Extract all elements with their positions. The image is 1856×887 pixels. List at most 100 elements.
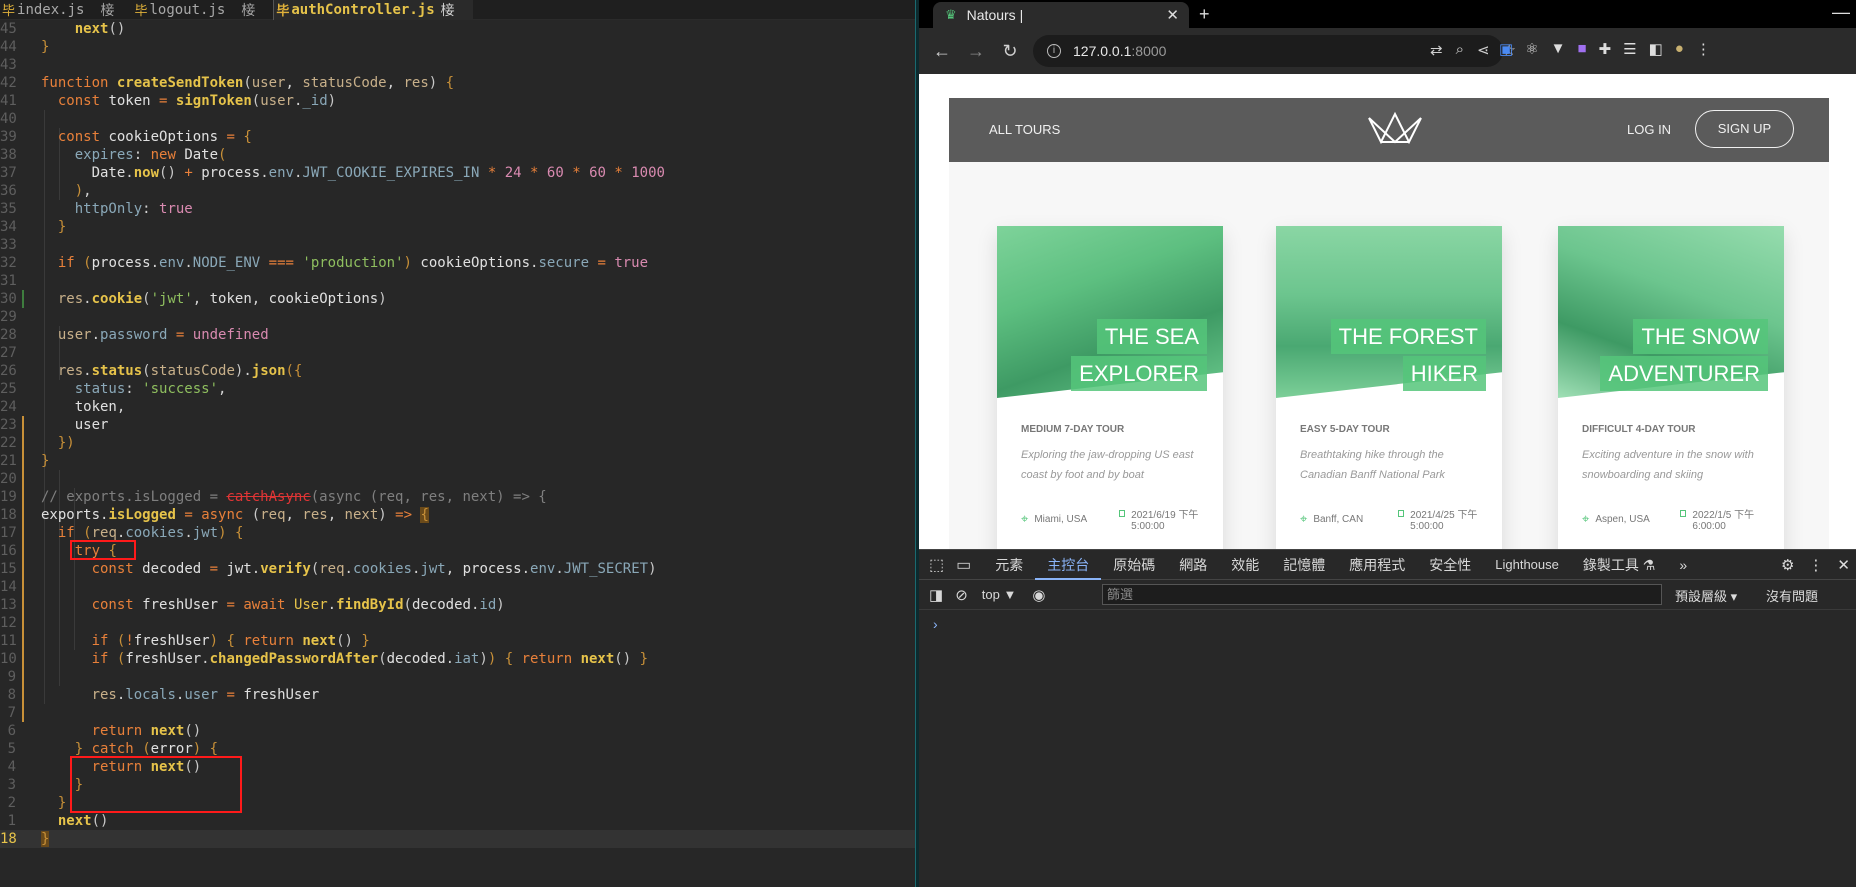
- window-minimize-icon[interactable]: —: [1832, 2, 1850, 23]
- line-code: if (freshUser.changedPasswordAfter(decod…: [91, 651, 649, 667]
- js-file-icon: 毕: [2, 4, 16, 19]
- log-level-dropdown[interactable]: 預設層級 ▾: [1675, 586, 1737, 605]
- line-number: 1: [7, 813, 16, 829]
- code-line: 27: [0, 344, 915, 362]
- code-line: 8 res.locals.user = freshUser: [0, 686, 915, 704]
- line-code: function createSendToken(user, statusCod…: [41, 75, 455, 91]
- modified-indicator: 椄: [241, 2, 256, 19]
- inspect-element-icon[interactable]: ⬚: [929, 555, 944, 575]
- nav-all-tours-link[interactable]: ALL TOURS: [989, 122, 1060, 137]
- google-translate-extension-icon[interactable]: ▣: [1499, 40, 1513, 58]
- line-number: 42: [0, 75, 17, 91]
- tour-card-container: THE SEA EXPLORER MEDIUM 7-DAY TOUR Explor…: [949, 162, 1829, 549]
- profile-avatar-icon[interactable]: ●: [1675, 40, 1684, 58]
- code-editor[interactable]: 毕 index.js 椄 毕 logout.js 椄 毕 authController.j…: [0, 0, 915, 887]
- devtools-tab-network[interactable]: 網路: [1167, 550, 1219, 580]
- code-line: 36 ),: [0, 182, 915, 200]
- devtools-actions: ⚙ ⋮ ✕: [1781, 556, 1850, 574]
- code-line: 20: [0, 470, 915, 488]
- context-selector[interactable]: top ▼: [982, 587, 1017, 602]
- live-expression-eye-icon[interactable]: ◉: [1032, 586, 1045, 604]
- share-icon[interactable]: ⋖: [1477, 41, 1490, 59]
- page-viewport[interactable]: ALL TOURS LOG IN SIGN UP THE SEA EXPLORER…: [919, 74, 1856, 549]
- line-number: 36: [0, 183, 17, 199]
- editor-tab-authcontroller[interactable]: 毕 authController.js 椄: [273, 0, 473, 20]
- back-arrow-icon[interactable]: ←: [925, 41, 959, 62]
- tab-label: logout.js: [149, 1, 226, 18]
- devtools-tab-memory[interactable]: 記憶體: [1271, 550, 1337, 580]
- code-line: 39 const cookieOptions = {: [0, 128, 915, 146]
- code-line: 45 next(): [0, 20, 915, 38]
- clear-console-icon[interactable]: ⊘: [955, 586, 968, 604]
- tour-card[interactable]: THE SNOW ADVENTURER DIFFICULT 4-DAY TOUR …: [1558, 226, 1784, 549]
- code-line: 19 // exports.isLogged = catchAsync(async…: [0, 488, 915, 506]
- code-line: 10 if (freshUser.changedPasswordAfter(de…: [0, 650, 915, 668]
- more-tabs-icon[interactable]: »: [1667, 550, 1699, 580]
- editor-tab-logout[interactable]: 毕 logout.js 椄: [132, 0, 273, 20]
- code-line: 22 }): [0, 434, 915, 452]
- console-prompt[interactable]: ›: [933, 616, 938, 632]
- browser-tab-natours[interactable]: ♛ Natours | ✕: [933, 2, 1189, 28]
- purple-extension-icon[interactable]: ■: [1578, 40, 1587, 58]
- code-line: 7: [0, 704, 915, 722]
- reload-icon[interactable]: ↻: [993, 41, 1027, 62]
- side-panel-icon[interactable]: ◧: [1649, 40, 1663, 58]
- new-tab-icon[interactable]: +: [1199, 4, 1210, 25]
- tour-name: THE SNOW ADVENTURER: [1600, 319, 1768, 393]
- url-host: 127.0.0.1: [1073, 43, 1132, 59]
- device-toolbar-icon[interactable]: ▭: [956, 555, 971, 575]
- menu-kebab-icon[interactable]: ⋮: [1696, 40, 1711, 58]
- devtools-tab-recorder[interactable]: 錄製工具 ⚗: [1571, 550, 1667, 580]
- devtools-tab-security[interactable]: 安全性: [1417, 550, 1483, 580]
- tour-name: THE SEA EXPLORER: [1071, 319, 1207, 393]
- line-number: 32: [0, 255, 17, 271]
- code-area[interactable]: 45 next() 44} 43 42 function createSendTo…: [0, 20, 915, 848]
- line-code: }: [41, 39, 50, 55]
- vue-devtools-extension-icon[interactable]: ▼: [1551, 40, 1566, 58]
- line-code: // exports.isLogged = catchAsync(async (…: [41, 489, 547, 505]
- tour-card[interactable]: THE SEA EXPLORER MEDIUM 7-DAY TOUR Explor…: [997, 226, 1223, 549]
- reading-list-icon[interactable]: ☰: [1623, 40, 1636, 58]
- issues-counter[interactable]: 沒有問題: [1766, 586, 1818, 605]
- devtools-tab-lighthouse[interactable]: Lighthouse: [1483, 550, 1571, 580]
- zoom-icon[interactable]: ⌕: [1456, 41, 1464, 59]
- console-filter-input[interactable]: 篩選: [1102, 584, 1662, 605]
- translate-icon[interactable]: ⇄: [1430, 41, 1443, 59]
- line-number: 13: [0, 597, 17, 613]
- map-pin-icon: ⌖: [1021, 511, 1029, 526]
- devtools-tab-application[interactable]: 應用程式: [1337, 550, 1417, 580]
- signup-button[interactable]: SIGN UP: [1695, 110, 1794, 148]
- line-code: res.status(statusCode).json({: [57, 363, 303, 379]
- calendar-icon: [1398, 510, 1405, 517]
- line-number: 18: [0, 507, 17, 523]
- line-number: 8: [7, 687, 16, 703]
- devtools-tab-sources[interactable]: 原始碼: [1101, 550, 1167, 580]
- close-tab-icon[interactable]: ✕: [1166, 6, 1179, 24]
- login-link[interactable]: LOG IN: [1627, 122, 1671, 137]
- devtools-tab-performance[interactable]: 效能: [1219, 550, 1271, 580]
- site-info-icon[interactable]: i: [1047, 44, 1061, 58]
- line-code: }: [41, 831, 50, 847]
- forward-arrow-icon[interactable]: →: [959, 41, 993, 62]
- calendar-icon: [1680, 510, 1687, 517]
- puzzle-extensions-icon[interactable]: ✚: [1599, 40, 1612, 58]
- tour-card[interactable]: THE FOREST HIKER EASY 5-DAY TOUR Breathta…: [1276, 226, 1502, 549]
- editor-tab-index[interactable]: 毕 index.js 椄: [0, 0, 132, 20]
- line-code: const decoded = jwt.verify(req.cookies.j…: [91, 561, 657, 577]
- line-code: const freshUser = await User.findById(de…: [91, 597, 505, 613]
- devtools-tab-console[interactable]: 主控台: [1035, 550, 1102, 580]
- code-line: 15 const decoded = jwt.verify(req.cookie…: [0, 560, 915, 578]
- line-number: 9: [7, 669, 16, 685]
- tour-location: ⌖ Aspen, USA: [1582, 511, 1650, 526]
- close-devtools-icon[interactable]: ✕: [1837, 556, 1850, 574]
- react-devtools-extension-icon[interactable]: ⚛: [1525, 40, 1538, 58]
- code-line: 32 if (process.env.NODE_ENV === 'product…: [0, 254, 915, 272]
- line-number: 40: [0, 111, 17, 127]
- tour-location: ⌖ Miami, USA: [1021, 511, 1088, 526]
- devtools-tab-elements[interactable]: 元素: [983, 550, 1035, 580]
- sidebar-toggle-icon[interactable]: ◨: [929, 586, 943, 604]
- settings-gear-icon[interactable]: ⚙: [1781, 556, 1794, 574]
- code-line: 41 const token = signToken(user._id): [0, 92, 915, 110]
- code-line: 1 next(): [0, 812, 915, 830]
- devtools-menu-icon[interactable]: ⋮: [1808, 556, 1823, 574]
